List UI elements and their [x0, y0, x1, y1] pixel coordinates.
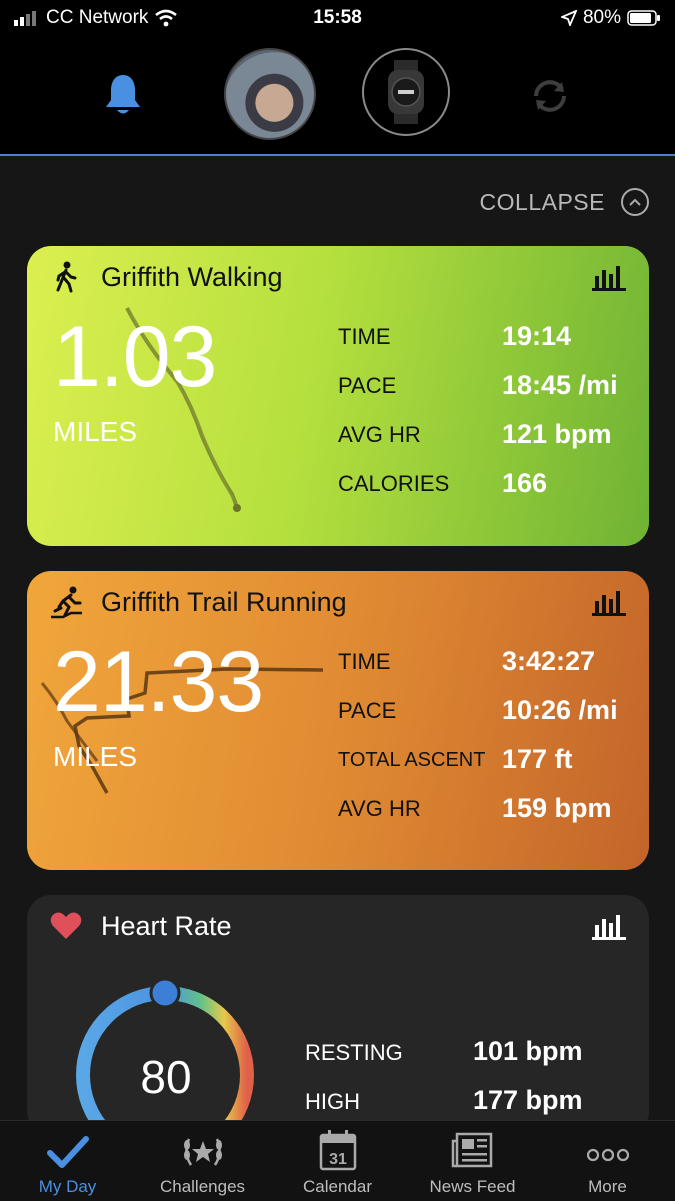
current-heart-rate: 80: [140, 1051, 192, 1103]
stat-label: PACE: [338, 373, 397, 398]
activity-card-trail-running[interactable]: Griffith Trail Running 21.33 MILES TIME …: [27, 571, 649, 870]
tab-label: My Day: [38, 1177, 97, 1196]
distance-unit: MILES: [53, 741, 138, 772]
stat-value: 19:14: [502, 321, 572, 351]
stat-value: 101 bpm: [473, 1036, 583, 1066]
bell-icon[interactable]: [104, 72, 142, 118]
watch-icon: [388, 60, 424, 124]
newspaper-icon: [451, 1132, 492, 1168]
bottom-tab-bar: My Day Challenges 31 Calendar News Feed …: [0, 1120, 675, 1201]
tab-news-feed[interactable]: News Feed: [405, 1121, 540, 1201]
stat-label: TOTAL ASCENT: [338, 749, 486, 771]
stat-label: RESTING: [305, 1040, 403, 1065]
stat-label: TIME: [338, 324, 391, 349]
laurel-icon: [183, 1138, 222, 1166]
stat-value: 10:26 /mi: [502, 695, 618, 725]
stat-label: CALORIES: [338, 471, 450, 496]
stat-value: 121 bpm: [502, 419, 612, 449]
stat-value: 177 bpm: [473, 1085, 583, 1115]
stat-label: AVG HR: [338, 796, 421, 821]
tab-more[interactable]: More: [540, 1121, 675, 1201]
trail-running-icon: [51, 586, 82, 619]
heart-rate-card[interactable]: Heart Rate 80 RESTING 101 bpm HIGH 177 b…: [27, 895, 649, 1135]
status-bar: CC Network 15:58 80%: [0, 0, 675, 38]
stat-value: 159 bpm: [502, 793, 612, 823]
bar-chart-icon[interactable]: [591, 585, 627, 617]
location-icon: [560, 10, 577, 26]
chevron-up-icon: [621, 188, 649, 216]
tab-label: Calendar: [303, 1177, 372, 1196]
activity-card-walking[interactable]: Griffith Walking 1.03 MILES TIME 19:14 P…: [27, 246, 649, 546]
stat-value: 177 ft: [502, 744, 573, 774]
watch-device-button[interactable]: [362, 48, 450, 136]
heart-icon: [50, 912, 82, 939]
distance-value: 1.03: [53, 309, 217, 405]
calendar-icon: 31: [319, 1130, 356, 1171]
tab-label: More: [588, 1177, 627, 1196]
bar-chart-icon[interactable]: [591, 260, 627, 292]
card-title: Griffith Walking: [101, 262, 283, 292]
stat-value: 18:45 /mi: [502, 370, 618, 400]
tab-calendar[interactable]: 31 Calendar: [270, 1121, 405, 1201]
distance-value: 21.33: [53, 634, 264, 730]
stat-value: 3:42:27: [502, 646, 596, 676]
profile-avatar[interactable]: [224, 48, 316, 140]
battery-percent: 80%: [582, 7, 621, 28]
stat-label: TIME: [338, 649, 391, 674]
tab-my-day[interactable]: My Day: [0, 1121, 135, 1201]
stat-value: 166: [502, 468, 548, 498]
stat-label: PACE: [338, 698, 397, 723]
status-right: 80%: [560, 7, 661, 29]
stat-label: HIGH: [305, 1089, 360, 1114]
collapse-label: COLLAPSE: [479, 188, 605, 215]
calendar-day: 31: [329, 1151, 347, 1168]
top-header: [0, 38, 675, 156]
more-dots-icon: [586, 1148, 629, 1162]
stat-label: AVG HR: [338, 422, 421, 447]
battery-icon: [627, 10, 660, 26]
card-title: Heart Rate: [101, 911, 232, 941]
card-title: Griffith Trail Running: [101, 587, 347, 617]
collapse-toggle[interactable]: COLLAPSE: [480, 188, 649, 216]
tab-challenges[interactable]: Challenges: [135, 1121, 270, 1201]
check-icon: [46, 1136, 89, 1168]
walking-icon: [56, 261, 77, 293]
tab-label: Challenges: [159, 1177, 246, 1196]
distance-unit: MILES: [53, 416, 138, 447]
bar-chart-icon[interactable]: [591, 909, 627, 941]
sync-icon[interactable]: [528, 78, 572, 114]
tab-label: News Feed: [429, 1177, 516, 1196]
